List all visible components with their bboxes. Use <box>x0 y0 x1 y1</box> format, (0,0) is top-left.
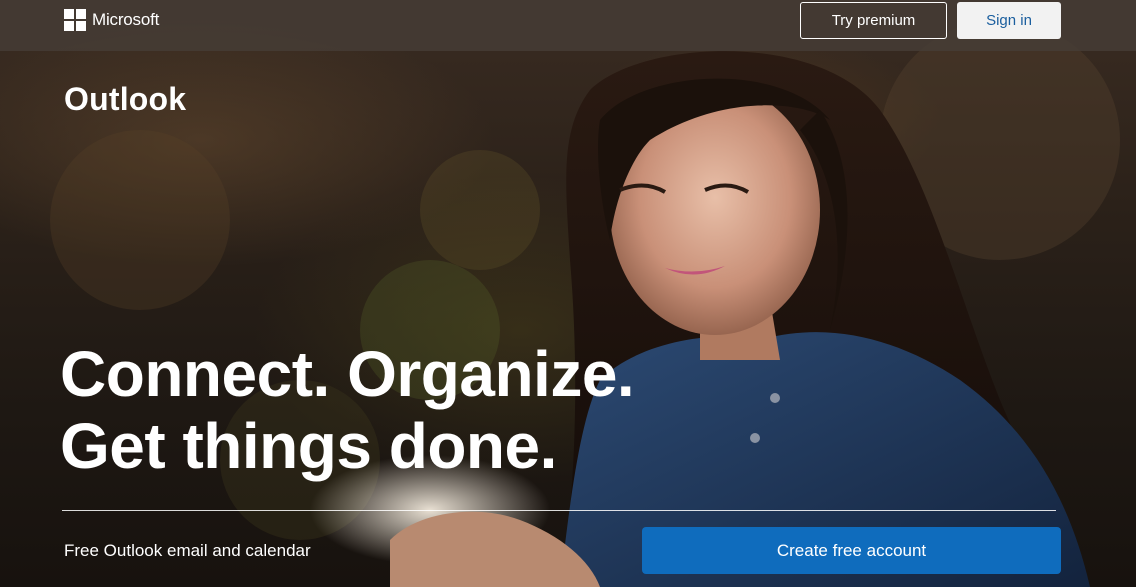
microsoft-logo[interactable]: Microsoft <box>64 9 159 31</box>
tagline: Free Outlook email and calendar <box>64 541 311 560</box>
sign-in-button[interactable]: Sign in <box>957 2 1061 39</box>
microsoft-logo-icon <box>64 9 86 31</box>
hero-headline: Connect. Organize. Get things done. <box>60 338 635 482</box>
brand-name: Microsoft <box>92 10 160 29</box>
try-premium-button[interactable]: Try premium <box>800 2 947 39</box>
headline-line-2: Get things done. <box>60 410 557 482</box>
product-title: Outlook <box>64 81 187 117</box>
create-free-account-button[interactable]: Create free account <box>642 527 1061 574</box>
divider <box>62 510 1056 511</box>
headline-line-1: Connect. Organize. <box>60 338 635 410</box>
top-navigation-bar: Microsoft Try premium Sign in <box>0 0 1136 51</box>
hero-section: Microsoft Try premium Sign in Outlook Co… <box>0 0 1136 587</box>
